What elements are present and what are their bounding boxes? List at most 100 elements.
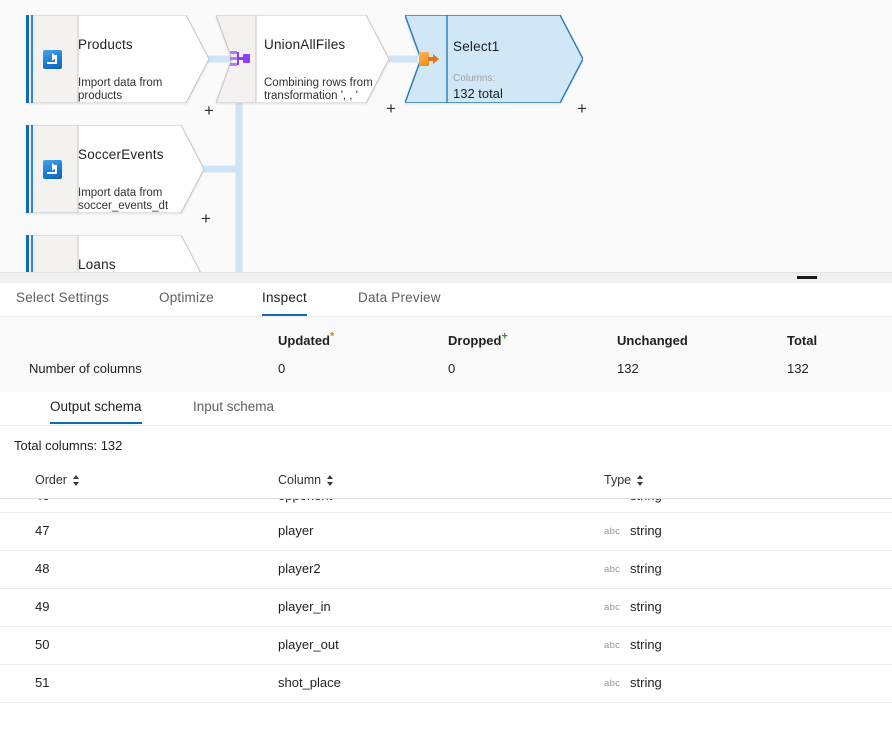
cell-column-name: player: [278, 523, 314, 538]
cell-column-name: shot_place: [278, 675, 341, 690]
node-accent-bar: [26, 125, 29, 213]
cell-type: string: [630, 675, 662, 690]
node-columns-value: 132 total: [453, 86, 503, 101]
stat-header-unchanged: Unchanged: [617, 333, 688, 348]
subtab-output-schema[interactable]: Output schema: [50, 396, 142, 424]
stat-value-dropped: 0: [448, 361, 456, 376]
subtab-input-schema[interactable]: Input schema: [193, 396, 274, 424]
table-row[interactable]: 47 player abc string: [0, 513, 892, 551]
cell-type: string: [630, 561, 662, 576]
tab-label: Select Settings: [16, 290, 110, 305]
canvas-node-select1[interactable]: Select1 Columns: 132 total +: [405, 15, 587, 117]
canvas-node-soccerevents[interactable]: SoccerEvents Import data from soccer_eve…: [26, 125, 211, 227]
table-row[interactable]: 50 player_out abc string: [0, 627, 892, 665]
string-type-icon: abc: [604, 602, 621, 613]
node-title: Loans: [78, 257, 116, 272]
stat-row-label: Number of columns: [29, 361, 142, 376]
dropped-marker-icon: +: [501, 330, 508, 343]
cell-type: string: [630, 637, 662, 652]
table-row[interactable]: 46opponentabcstring: [0, 499, 892, 513]
stat-header-total: Total: [787, 333, 818, 348]
column-stats-strip: Updated* Dropped+ Unchanged Total Number…: [0, 317, 892, 393]
total-columns-text: Total columns: 132: [14, 438, 123, 453]
sort-toggle-icon[interactable]: [636, 475, 644, 486]
tab-data-preview[interactable]: Data Preview: [358, 288, 441, 316]
cell-type: string: [630, 599, 662, 614]
node-accent-bar: [26, 235, 29, 272]
tab-label: Optimize: [159, 290, 214, 305]
data-flow-canvas[interactable]: Products Import data from products + Soc…: [0, 0, 892, 272]
node-subtitle: Combining rows from transformation ', , …: [264, 77, 373, 102]
add-node-button-products[interactable]: +: [204, 102, 214, 119]
node-title: UnionAllFiles: [264, 37, 346, 52]
node-subtitle: Import data from products: [78, 77, 163, 102]
node-subtitle: Import data from soccer_events_dt: [78, 187, 169, 212]
node-accent-bar: [26, 15, 29, 103]
updated-marker-icon: *: [330, 330, 335, 343]
cell-order: 51: [35, 675, 50, 690]
subtab-label: Output schema: [50, 399, 142, 414]
tab-inspect[interactable]: Inspect: [262, 288, 307, 316]
select-transformation-icon: [413, 15, 445, 103]
cell-order: 47: [35, 523, 50, 538]
cell-order: 48: [35, 561, 50, 576]
cell-order: 50: [35, 637, 50, 652]
table-row[interactable]: 49 player_in abc string: [0, 589, 892, 627]
sort-toggle-icon[interactable]: [72, 475, 80, 486]
collapse-panel-button[interactable]: [797, 276, 817, 279]
column-header-order[interactable]: Order: [35, 473, 80, 487]
node-accent-bar-secondary: [31, 125, 33, 213]
node-accent-bar-secondary: [31, 235, 33, 272]
stat-value-unchanged: 132: [617, 361, 639, 376]
stat-header-dropped: Dropped+: [448, 330, 508, 348]
details-panel: Select Settings Optimize Inspect Data Pr…: [0, 272, 892, 743]
tab-label: Data Preview: [358, 290, 441, 305]
table-row[interactable]: 48 player2 abc string: [0, 551, 892, 589]
column-header-column[interactable]: Column: [278, 473, 334, 487]
node-columns-label: Columns:: [453, 73, 496, 84]
data-flow-app: Products Import data from products + Soc…: [0, 0, 892, 743]
cell-column-name: player_out: [278, 637, 339, 652]
tab-optimize[interactable]: Optimize: [159, 288, 214, 316]
cell-type: string: [630, 523, 662, 538]
string-type-icon: abc: [604, 640, 621, 651]
node-title: SoccerEvents: [78, 147, 164, 162]
schema-subtabs: Output schema Input schema: [0, 392, 892, 426]
table-row[interactable]: 51 shot_place abc string: [0, 665, 892, 703]
cell-column-name: opponent: [278, 499, 332, 503]
stat-header-updated: Updated*: [278, 330, 335, 348]
cell-column-name: player2: [278, 561, 321, 576]
canvas-node-unionallfiles[interactable]: UnionAllFiles Combining rows from transf…: [216, 15, 396, 117]
node-title: Products: [78, 37, 133, 52]
union-transformation-icon: [224, 15, 256, 103]
cell-order: 46: [35, 499, 49, 503]
import-source-icon: [35, 125, 70, 213]
add-node-button-unionallfiles[interactable]: +: [386, 100, 396, 117]
sort-toggle-icon[interactable]: [326, 475, 334, 486]
column-header-type[interactable]: Type: [604, 473, 644, 487]
tab-select-settings[interactable]: Select Settings: [16, 288, 109, 316]
canvas-node-products[interactable]: Products Import data from products +: [26, 15, 214, 119]
string-type-icon: abc: [604, 526, 621, 537]
string-type-icon: abc: [604, 678, 621, 689]
cell-order: 49: [35, 599, 50, 614]
canvas-node-loans[interactable]: Loans: [26, 235, 204, 272]
schema-table-header: Order Column Type: [0, 468, 892, 499]
string-type-icon: abc: [604, 564, 621, 575]
active-subtab-underline: [50, 422, 142, 424]
tab-label: Inspect: [262, 290, 307, 305]
stat-value-total: 132: [787, 361, 809, 376]
node-accent-bar-secondary: [31, 15, 33, 103]
subtab-label: Input schema: [193, 399, 275, 414]
add-node-button-select1[interactable]: +: [577, 100, 587, 117]
stat-value-updated: 0: [278, 361, 286, 376]
schema-table-body: 46 opponent abc string 47 player abc string 48 pl…: [0, 499, 892, 703]
import-source-icon: [35, 15, 70, 103]
add-node-button-soccerevents[interactable]: +: [201, 210, 211, 227]
cell-column-name: player_in: [278, 599, 331, 614]
active-tab-underline: [262, 314, 307, 316]
node-title: Select1: [453, 39, 500, 54]
schema-table: Order Column Type 46 opponent abc string 47 p…: [0, 468, 892, 703]
cell-type: string: [630, 499, 662, 503]
panel-tabbar: Select Settings Optimize Inspect Data Pr…: [0, 283, 892, 317]
